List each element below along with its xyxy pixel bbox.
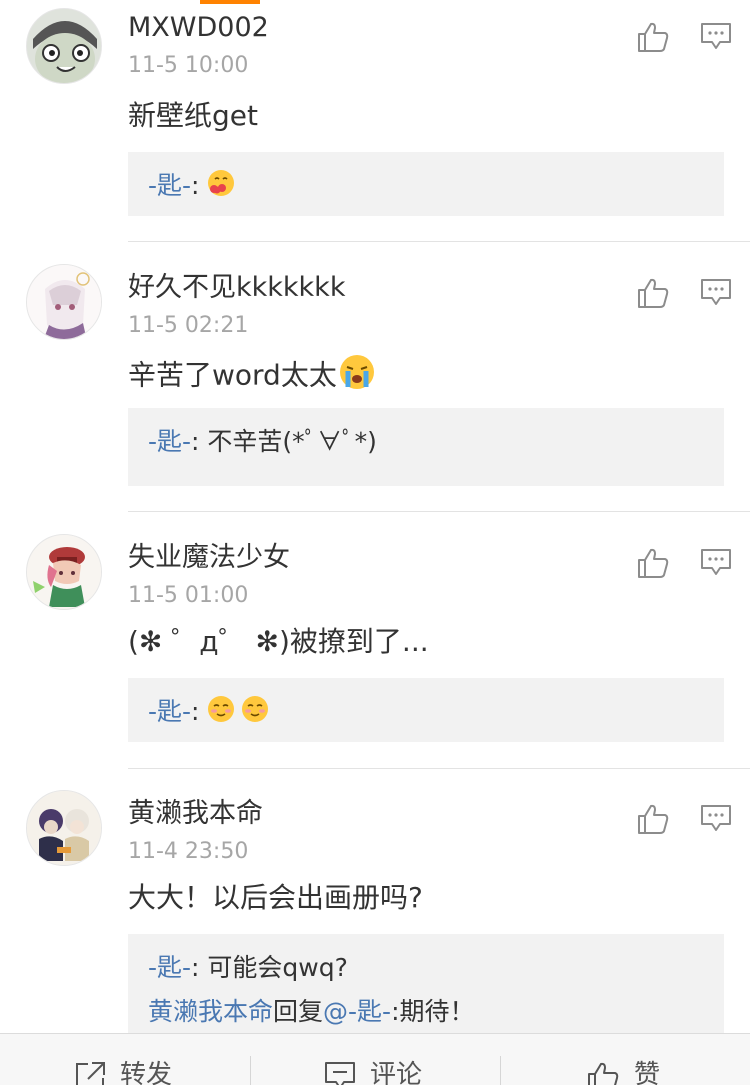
comment-username[interactable]: MXWD002 — [128, 11, 269, 45]
reply-line: 黄濑我本命回复@-匙-:期待！ — [148, 996, 475, 1028]
like-label: 赞 — [634, 1060, 661, 1085]
reply-comment-icon[interactable] — [700, 804, 732, 834]
comment-item: 好久不见kkkkkkk 11-5 02:21 辛苦了word太太 -匙-: 不辛… — [0, 242, 750, 512]
repost-label: 转发 — [120, 1060, 173, 1085]
reply-author-link[interactable]: -匙- — [148, 953, 191, 982]
comment-item: 失业魔法少女 11-5 01:00 (✻ ゜д゜ ✻)被撩到了... -匙-: — [0, 512, 750, 769]
like-icon[interactable] — [636, 802, 670, 836]
reply-author-link[interactable]: 黄濑我本命 — [148, 997, 273, 1026]
comment-item: 黄濑我本命 11-4 23:50 大大！以后会出画册吗? -匙-: 可能会qwq… — [0, 768, 750, 1033]
like-icon[interactable] — [636, 546, 670, 580]
reply-text: 不辛苦(*ﾟ∀ﾟ*) — [207, 427, 377, 456]
reply-line: -匙-: — [148, 169, 235, 205]
comment-text: 大大！以后会出画册吗? — [128, 881, 423, 914]
reply-separator: : — [191, 171, 208, 200]
divider — [250, 1056, 251, 1085]
reply-separator: : — [191, 427, 208, 456]
reply-line: -匙-: 可能会qwq? — [148, 952, 348, 984]
like-icon[interactable] — [636, 20, 670, 54]
comment-text: 新壁纸get — [128, 99, 258, 132]
mention-link[interactable]: @-匙- — [323, 997, 391, 1026]
shy-smile-emoji — [241, 695, 269, 731]
comment-item: MXWD002 11-5 10:00 新壁纸get -匙-: — [0, 0, 750, 242]
comment-text-content: 辛苦了word太太 — [128, 358, 337, 392]
comment-username[interactable]: 好久不见kkkkkkk — [128, 271, 345, 305]
shy-smile-emoji — [207, 695, 235, 731]
repost-icon — [74, 1060, 106, 1085]
bottom-action-bar: 转发 评论 赞 — [0, 1033, 750, 1085]
reply-author-link[interactable]: -匙- — [148, 171, 191, 200]
thumbs-up-icon — [586, 1060, 620, 1085]
reply-separator: : — [191, 697, 208, 726]
comment-icon — [324, 1060, 356, 1085]
reply-box[interactable]: -匙-: — [128, 678, 724, 742]
comment-username[interactable]: 失业魔法少女 — [128, 541, 290, 575]
comment-time: 11-5 10:00 — [128, 53, 249, 78]
avatar[interactable] — [26, 790, 102, 866]
reply-text: 可能会qwq? — [207, 953, 348, 982]
reply-box[interactable]: -匙-: — [128, 152, 724, 216]
reply-line: -匙-: — [148, 695, 269, 731]
comment-button[interactable]: 评论 — [324, 1034, 422, 1085]
reply-separator: : — [191, 953, 208, 982]
reply-box[interactable]: -匙-: 可能会qwq? 黄濑我本命回复@-匙-:期待！ — [128, 934, 724, 1033]
reply-text: :期待！ — [391, 997, 475, 1026]
reply-author-link[interactable]: -匙- — [148, 427, 191, 456]
avatar[interactable] — [26, 8, 102, 84]
comment-text: 辛苦了word太太 — [128, 354, 375, 399]
comment-time: 11-5 02:21 — [128, 313, 249, 338]
reply-box[interactable]: -匙-: 不辛苦(*ﾟ∀ﾟ*) — [128, 408, 724, 486]
crying-emoji — [339, 354, 375, 399]
reply-verb: 回复 — [273, 997, 324, 1026]
reply-comment-icon[interactable] — [700, 22, 732, 52]
comment-label: 评论 — [370, 1060, 423, 1085]
avatar[interactable] — [26, 264, 102, 340]
comment-username[interactable]: 黄濑我本命 — [128, 797, 263, 831]
reply-comment-icon[interactable] — [700, 278, 732, 308]
divider — [500, 1056, 501, 1085]
tongue-kiss-emoji — [207, 169, 235, 205]
repost-button[interactable]: 转发 — [74, 1034, 172, 1085]
reply-author-link[interactable]: -匙- — [148, 697, 191, 726]
avatar[interactable] — [26, 534, 102, 610]
reply-line: -匙-: 不辛苦(*ﾟ∀ﾟ*) — [148, 426, 377, 458]
comment-text: (✻ ゜д゜ ✻)被撩到了... — [128, 625, 429, 658]
reply-comment-icon[interactable] — [700, 548, 732, 578]
comment-time: 11-5 01:00 — [128, 583, 249, 608]
like-icon[interactable] — [636, 276, 670, 310]
comment-time: 11-4 23:50 — [128, 839, 249, 864]
like-button[interactable]: 赞 — [586, 1034, 660, 1085]
